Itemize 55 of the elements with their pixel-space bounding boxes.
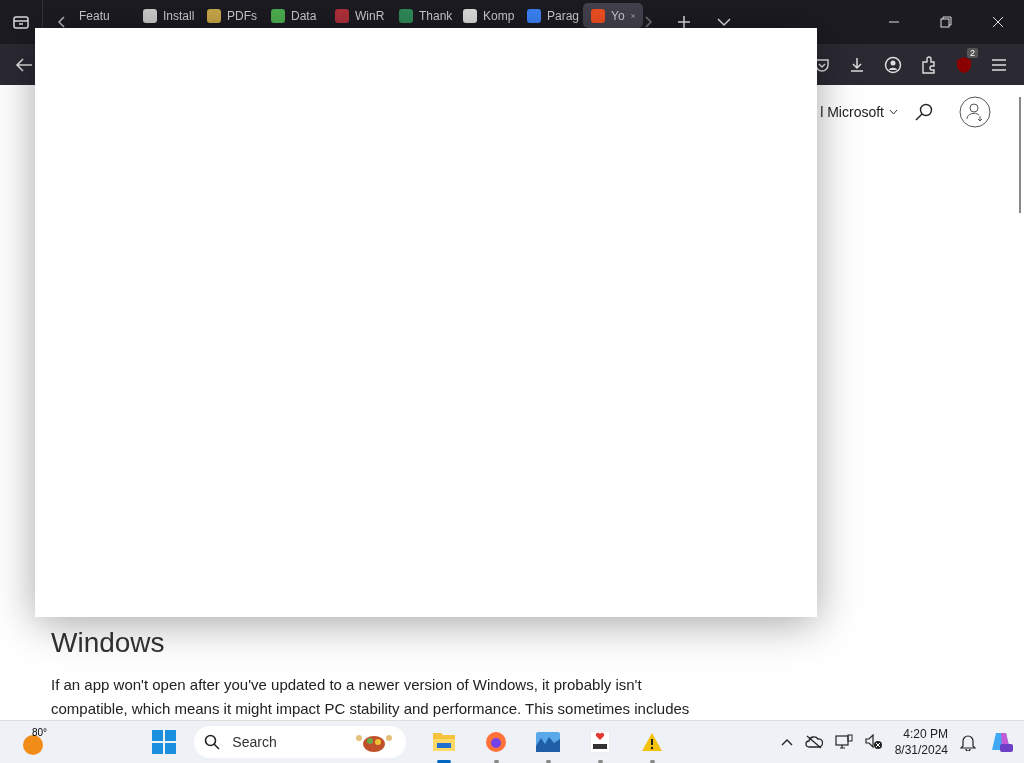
folder-icon	[432, 731, 457, 753]
warning-icon	[641, 732, 664, 752]
puzzle-icon[interactable]	[921, 55, 937, 74]
time-text: 4:20 PM	[903, 726, 948, 742]
sun-icon	[22, 734, 44, 756]
scroll-right-icon[interactable]	[643, 15, 653, 29]
browser-tab[interactable]: Featu	[71, 3, 131, 28]
start-icon[interactable]	[152, 730, 177, 754]
clock[interactable]: 4:20 PM 8/31/2024	[894, 726, 948, 758]
favicon-icon	[527, 8, 541, 23]
download-icon[interactable]	[849, 56, 865, 73]
browser-tab[interactable]: Install	[135, 3, 195, 28]
favicon-icon	[271, 8, 285, 23]
monitor-icon[interactable]	[834, 734, 853, 750]
search-icon[interactable]	[915, 103, 933, 121]
speaker-muted-icon[interactable]	[864, 734, 883, 750]
pocket-icon[interactable]	[814, 56, 830, 73]
browser-tab[interactable]: PDFs	[199, 3, 259, 28]
chevron-down-icon[interactable]	[717, 17, 731, 27]
sign-in-icon[interactable]	[959, 96, 991, 128]
restore-icon[interactable]	[940, 16, 952, 28]
favicon-icon	[335, 8, 349, 23]
chevron-up-icon[interactable]	[780, 738, 793, 746]
bell-icon[interactable]	[960, 733, 976, 751]
date-text: 8/31/2024	[894, 742, 948, 758]
account-icon[interactable]	[884, 55, 902, 74]
search-icon	[204, 734, 221, 750]
browser-tab[interactable]: Parag	[519, 3, 579, 28]
scrollbar[interactable]	[1019, 97, 1021, 213]
tab-list-icon[interactable]	[12, 13, 30, 31]
back-arrow-icon[interactable]	[15, 56, 33, 73]
heart-document-icon	[590, 731, 611, 753]
favicon-icon	[143, 8, 157, 23]
nav-menu[interactable]: l Microsoft	[820, 104, 898, 120]
browser-tab[interactable]: Data	[263, 3, 323, 28]
chevron-down-icon	[889, 109, 898, 115]
favicon-icon	[399, 8, 413, 23]
favicon-icon	[207, 8, 221, 23]
cloud-off-icon[interactable]	[804, 735, 823, 749]
section-heading: Windows	[51, 627, 166, 659]
search-input[interactable]: Search	[230, 733, 345, 751]
favicon-icon	[463, 8, 477, 23]
count-badge: 2	[967, 47, 978, 58]
browser-tab[interactable]: Komp	[455, 3, 515, 28]
search-field[interactable]: Search	[194, 726, 407, 758]
new-tab-icon[interactable]	[677, 15, 691, 29]
browser-tab[interactable]: Thank	[391, 3, 451, 28]
favicon-icon	[591, 8, 605, 23]
close-icon[interactable]	[992, 16, 1004, 28]
browser-tab[interactable]: Yo	[583, 3, 643, 28]
image-viewer-icon	[536, 732, 561, 752]
body-paragraph: If an app won't open after you've updated to a newer version of Windows, it probably isn't compatible, which means it might impact PC stability and performance. This sometimes includes	[51, 675, 691, 719]
menu-icon[interactable]	[991, 57, 1007, 72]
scroll-left-icon[interactable]	[57, 15, 67, 29]
browser-tab[interactable]: WinR	[327, 3, 387, 28]
